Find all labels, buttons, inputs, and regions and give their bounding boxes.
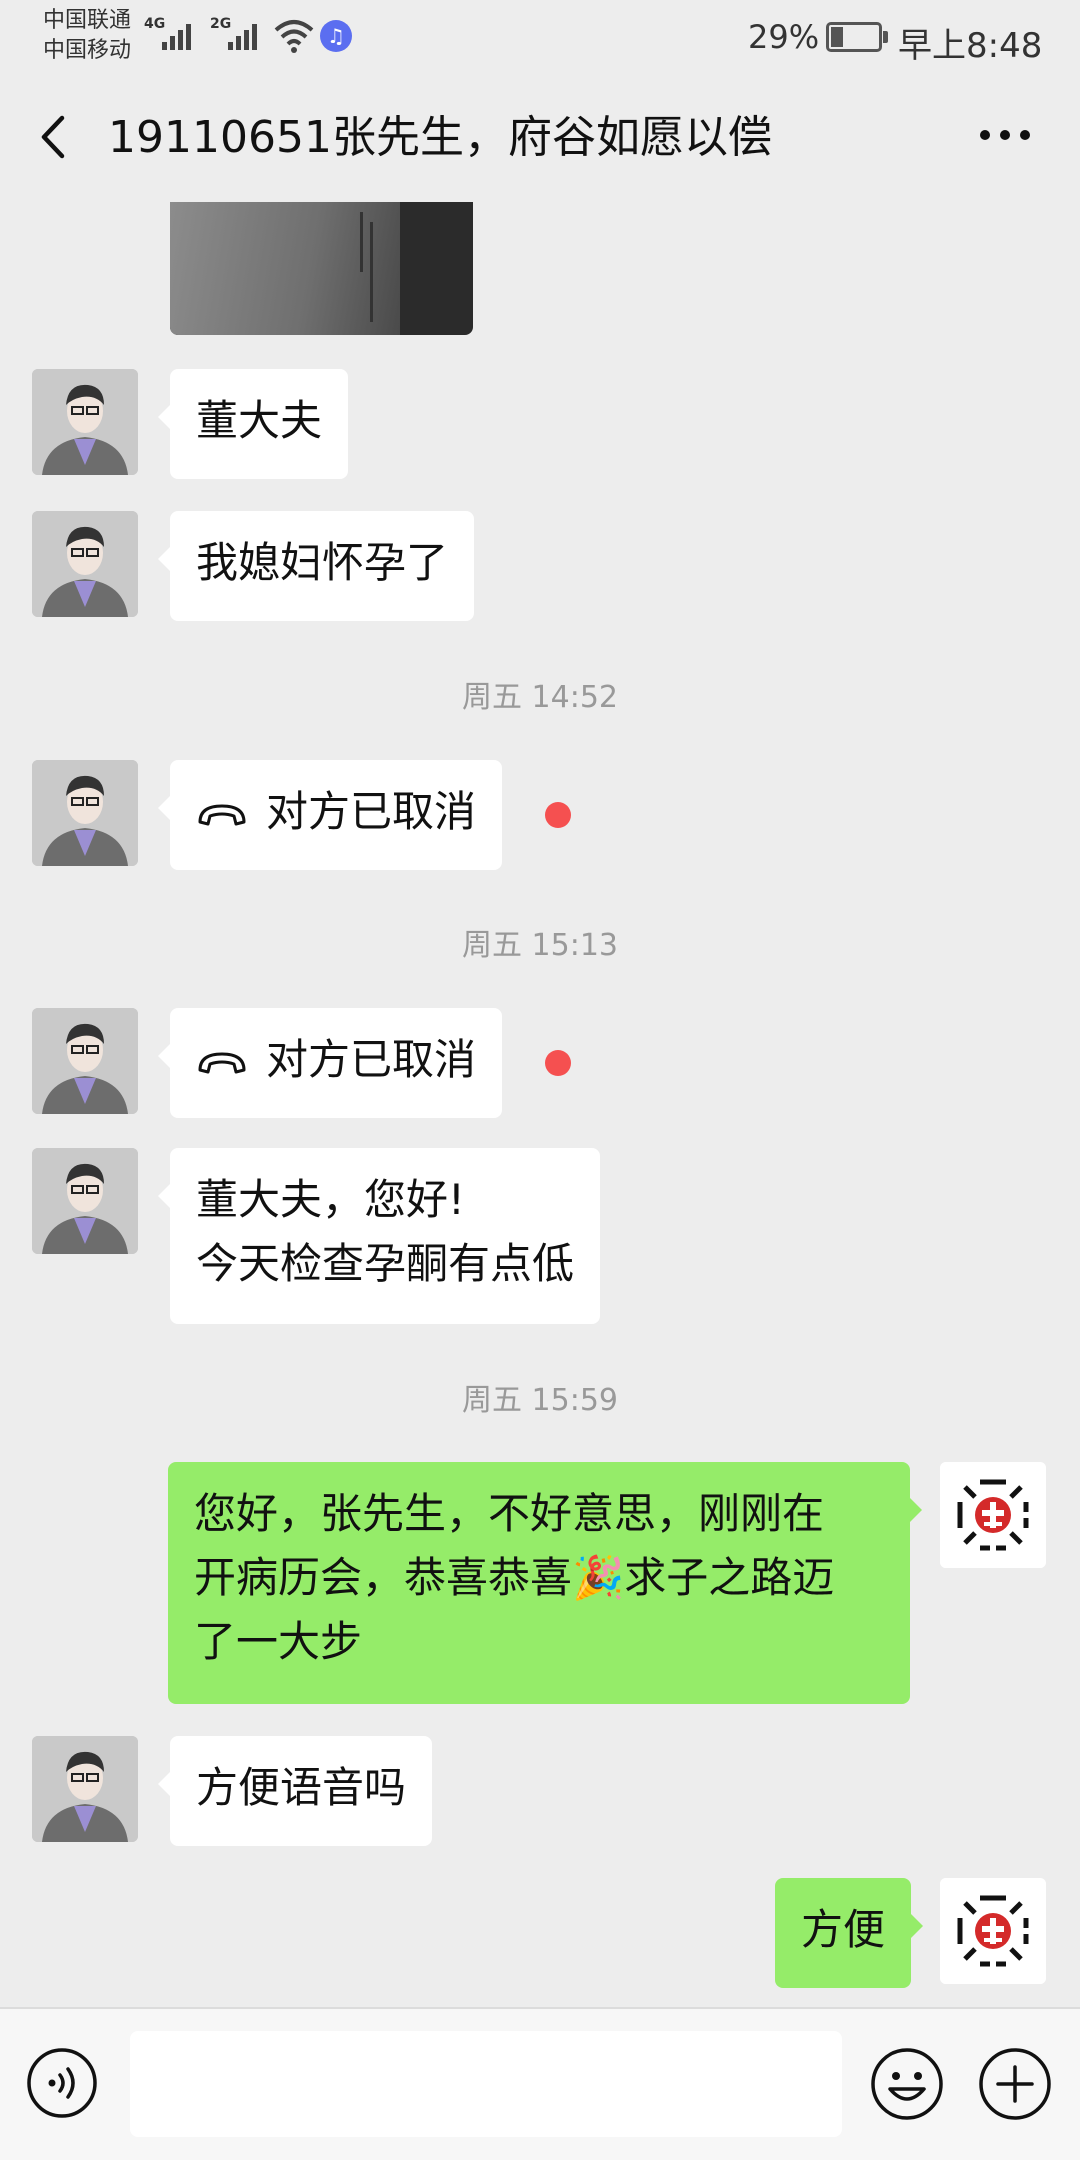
- message-text: 您好，张先生，不好意思，刚刚在: [194, 1489, 825, 1538]
- contact-avatar[interactable]: [32, 511, 138, 617]
- message-text: 方便: [801, 1905, 886, 1954]
- carrier-1: 中国联通: [43, 8, 132, 33]
- input-bar: [0, 2007, 1080, 2160]
- call-cancelled-icon: [198, 804, 246, 825]
- chat-title: 19110651张先生，府谷如愿以偿: [108, 112, 772, 163]
- person-avatar-icon: [32, 1008, 138, 1114]
- music-icon: ♫: [320, 20, 352, 52]
- my-message-bubble[interactable]: 方便: [775, 1878, 924, 1988]
- plus-icon[interactable]: [978, 2047, 1052, 2121]
- timestamp: 周五 14:52: [462, 680, 618, 715]
- chevron-left-icon[interactable]: [30, 112, 80, 162]
- bagua-logo-icon: [940, 1878, 1046, 1984]
- my-avatar[interactable]: [940, 1878, 1046, 1984]
- contact-avatar[interactable]: [32, 1148, 138, 1254]
- battery-percent: 29%: [748, 18, 820, 56]
- battery-icon: [826, 22, 888, 52]
- message-text: 董大夫，您好!: [196, 1175, 465, 1224]
- chat-header: 19110651张先生，府谷如愿以偿: [0, 72, 1080, 202]
- message-text: 对方已取消: [266, 1035, 477, 1084]
- call-cancelled-icon: [198, 1052, 246, 1073]
- carrier-2: 中国移动: [43, 38, 132, 63]
- image-message[interactable]: [170, 202, 473, 335]
- emoji-icon[interactable]: [870, 2047, 944, 2121]
- timestamp: 周五 15:13: [462, 928, 618, 963]
- unread-dot: [545, 802, 571, 828]
- contact-avatar[interactable]: [32, 760, 138, 866]
- message-text: 我媳妇怀孕了: [196, 538, 449, 587]
- carrier-info: 中国联通 中国移动: [43, 6, 131, 66]
- call-message-bubble[interactable]: 对方已取消: [157, 1008, 503, 1118]
- signal-icon: [162, 24, 191, 50]
- timestamp: 周五 15:59: [462, 1383, 618, 1418]
- my-message-bubble[interactable]: 您好，张先生，不好意思，刚刚在 开病历会，恭喜恭喜🎉求子之路迈 了一大步: [168, 1462, 922, 1704]
- message-text: 开病历会，恭喜恭喜🎉求子之路迈: [194, 1553, 835, 1602]
- message-bubble[interactable]: 方便语音吗: [157, 1736, 433, 1846]
- message-text: 了一大步: [194, 1617, 363, 1666]
- message-bubble[interactable]: 我媳妇怀孕了: [157, 511, 475, 621]
- person-avatar-icon: [32, 511, 138, 617]
- ellipsis-icon[interactable]: [975, 120, 1035, 150]
- message-text: 今天检查孕酮有点低: [196, 1239, 575, 1288]
- message-text: 对方已取消: [266, 787, 477, 836]
- contact-avatar[interactable]: [32, 1736, 138, 1842]
- voice-icon[interactable]: [26, 2047, 98, 2119]
- bagua-logo-icon: [940, 1462, 1046, 1568]
- message-list[interactable]: 董大夫 我媳妇怀孕了 周五 14:52 对方已取消 周五 15:13 对方已取消…: [0, 202, 1080, 2007]
- call-message-bubble[interactable]: 对方已取消: [157, 760, 503, 870]
- person-avatar-icon: [32, 760, 138, 866]
- my-avatar[interactable]: [940, 1462, 1046, 1568]
- unread-dot: [545, 1050, 571, 1076]
- signal-icon-2: [228, 24, 257, 50]
- clock: 早上8:48: [898, 26, 1043, 66]
- message-text: 董大夫: [196, 396, 323, 445]
- message-input[interactable]: [130, 2031, 842, 2137]
- message-text: 方便语音吗: [196, 1763, 407, 1812]
- status-bar: 中国联通 中国移动 4G 2G ♫ 29% 早上8:48: [0, 0, 1080, 72]
- contact-avatar[interactable]: [32, 1008, 138, 1114]
- wifi-icon: [274, 20, 314, 53]
- person-avatar-icon: [32, 1148, 138, 1254]
- contact-avatar[interactable]: [32, 369, 138, 475]
- person-avatar-icon: [32, 1736, 138, 1842]
- message-bubble[interactable]: 董大夫，您好! 今天检查孕酮有点低: [157, 1148, 601, 1324]
- message-bubble[interactable]: 董大夫: [157, 369, 349, 479]
- person-avatar-icon: [32, 369, 138, 475]
